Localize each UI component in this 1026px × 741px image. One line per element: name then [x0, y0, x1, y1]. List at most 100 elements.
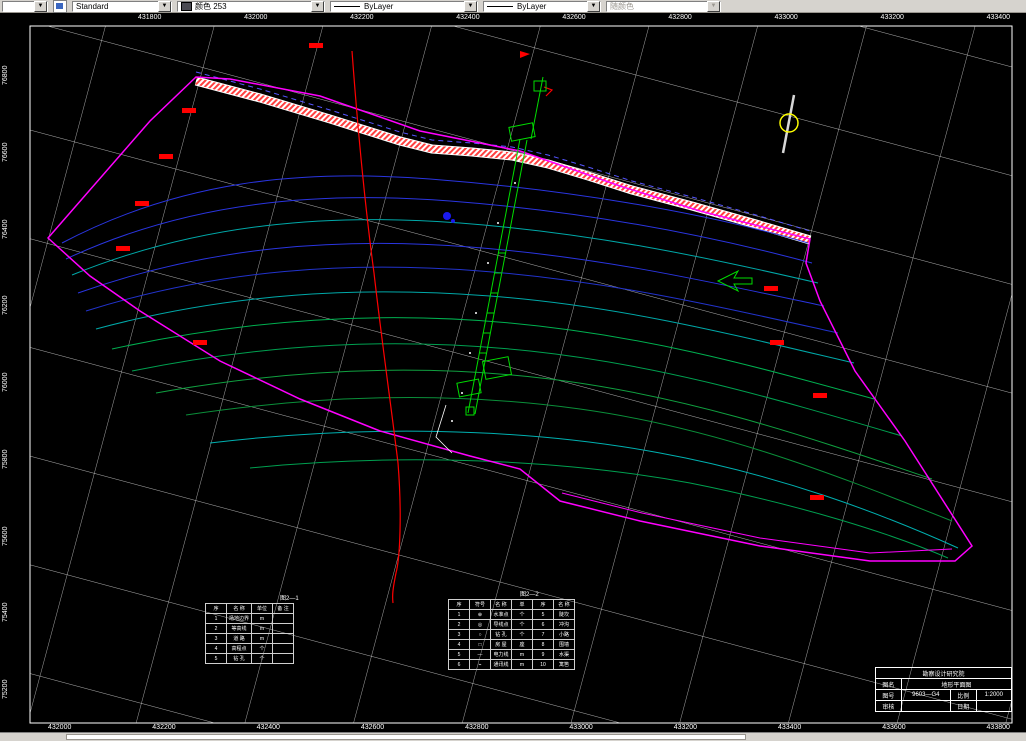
linetype-sample-icon: [334, 5, 360, 7]
coordinate-label: 75200: [2, 679, 9, 699]
chevron-down-icon[interactable]: ▼: [464, 0, 477, 12]
table-cell: 水准点: [490, 609, 512, 620]
title-block-no-value: 9603—G4: [900, 689, 951, 701]
table-cell: 单: [511, 599, 533, 610]
text-style-icon[interactable]: [53, 0, 67, 13]
table-cell: 个: [511, 609, 533, 620]
table-cell: 单位: [251, 603, 274, 614]
bottom-coordinate-labels: 432000 432200 432400 432600 432800 433000 4332…: [48, 724, 1010, 731]
title-block-name-value: 地形平面图: [900, 678, 1013, 690]
coordinate-label: 432600: [562, 14, 586, 21]
table-cell: 8: [532, 639, 554, 650]
table-cell: 5: [205, 653, 227, 664]
coordinate-label: 433400: [986, 14, 1010, 21]
coordinate-label: 432400: [256, 724, 280, 731]
coordinate-label: 432400: [456, 14, 480, 21]
table-cell: 水渠: [553, 649, 575, 660]
color-swatch-icon: [181, 1, 192, 11]
table-cell: 导线点: [490, 619, 512, 630]
table-cell: 9: [532, 649, 554, 660]
table-cell: 座: [511, 639, 533, 650]
coordinate-label: 76200: [2, 295, 9, 316]
coordinate-label: 432000: [48, 724, 72, 731]
chevron-down-icon[interactable]: ▼: [158, 0, 171, 12]
table-cell: 围墙: [553, 639, 575, 650]
table-cell: 道 路: [225, 633, 253, 644]
title-block-no-label: 图号: [875, 689, 902, 701]
left-coordinate-labels: 76800 76600 76400 76200 76000 75800 75600 75400…: [2, 65, 16, 699]
coordinate-label: 432800: [465, 724, 489, 731]
coordinate-label: 433200: [880, 14, 904, 21]
lineweight-sample-icon: [487, 5, 513, 7]
color-dropdown[interactable]: 颜色 253 ▼: [177, 0, 325, 12]
chevron-down-icon[interactable]: ▼: [34, 0, 47, 12]
table-cell: 钻 孔: [490, 629, 512, 640]
coordinate-label: 433600: [882, 724, 906, 731]
legend-table-1-title: 图2—1: [280, 596, 299, 602]
table-cell: m: [511, 659, 533, 670]
chevron-down-icon[interactable]: ▼: [587, 0, 600, 12]
coordinate-label: 76600: [2, 142, 9, 162]
coordinate-label: 76800: [2, 65, 9, 85]
table-cell: 篱笆: [553, 659, 575, 670]
table-cell: m: [251, 623, 274, 634]
coordinate-label: 432200: [152, 724, 176, 731]
table-cell: 序: [205, 603, 227, 614]
table-cell: [272, 613, 295, 624]
command-line-edge[interactable]: [66, 734, 746, 740]
top-coordinate-labels: 431800 432000 432200 432400 432600 432800 4330…: [138, 14, 1010, 21]
table-cell: 7: [532, 629, 554, 640]
table-cell: 个: [511, 629, 533, 640]
table-cell: 符号: [469, 599, 491, 610]
coordinate-label: 432600: [360, 724, 385, 731]
table-cell: [272, 623, 295, 634]
text-style-dropdown[interactable]: Standard ▼: [72, 0, 172, 12]
coordinate-label: 76000: [2, 372, 9, 392]
coordinate-label: 433000: [569, 724, 593, 731]
table-cell: 备 注: [272, 603, 295, 614]
linetype-dropdown[interactable]: ByLayer ▼: [330, 0, 478, 12]
color-value: 颜色 253: [195, 1, 227, 11]
table-cell: [272, 633, 295, 644]
table-cell: 序: [532, 599, 554, 610]
table-cell: 钻 孔: [225, 653, 253, 664]
table-cell: 名 称: [490, 599, 512, 610]
table-cell: 个: [511, 619, 533, 630]
legend-table-2: 序符号名 称单序名 称 1 ⊕ 水准点个 5 陡坎 2 ◎ 导线点个 6 冲沟 3 ○ 钻 孔个 7 小路 4 □…: [448, 599, 575, 670]
table-cell: 6: [448, 659, 470, 670]
table-cell: 小路: [553, 629, 575, 640]
lineweight-dropdown[interactable]: ByLayer ▼: [483, 0, 601, 12]
linetype-value: ByLayer: [364, 1, 394, 11]
legend-table-1: 序名 称单位备 注 1 场地边界 m 2 等高线 m 3 道 路 m 4 高程点个 5 钻 孔个: [205, 603, 295, 664]
coordinate-label: 75400: [2, 602, 9, 623]
table-cell: 名 称: [225, 603, 253, 614]
toolbar: ▼ Standard ▼ 颜色 253 ▼ ByLayer ▼ ByLayer …: [0, 0, 1026, 13]
unnamed-dropdown[interactable]: ▼: [2, 0, 48, 12]
table-cell: ○: [469, 629, 491, 640]
table-cell: 1: [205, 613, 227, 624]
table-cell: 2: [205, 623, 227, 634]
table-cell: 5: [532, 609, 554, 620]
table-cell: 6: [532, 619, 554, 630]
table-cell: 2: [448, 619, 470, 630]
table-cell: m: [511, 649, 533, 660]
table-cell: 等高线: [225, 623, 253, 634]
table-cell: 陡坎: [553, 609, 575, 620]
chevron-down-icon[interactable]: ▼: [311, 0, 324, 12]
table-cell: 个: [251, 643, 274, 654]
coordinate-label: 432000: [244, 14, 268, 21]
coordinate-label: 433000: [774, 14, 798, 21]
title-block: 勘察设计研究院 图名 地形平面图 图号 9603—G4 比例 1:2000 审核…: [875, 667, 1013, 712]
coordinate-label: 76400: [2, 219, 9, 239]
bottom-bar: [0, 732, 1026, 741]
table-cell: 序: [448, 599, 470, 610]
plotstyle-value: 随颜色: [610, 1, 634, 11]
coordinate-label: 433400: [777, 724, 802, 731]
chevron-down-icon: ▼: [707, 0, 720, 12]
lineweight-value: ByLayer: [517, 1, 547, 11]
table-cell: 3: [205, 633, 227, 644]
table-cell: 3: [448, 629, 470, 640]
table-cell: m: [251, 633, 274, 644]
table-cell: 名 称: [553, 599, 575, 610]
drawing-viewport[interactable]: 431800 432000 432200 432400 432600 432800 4330…: [0, 13, 1026, 733]
